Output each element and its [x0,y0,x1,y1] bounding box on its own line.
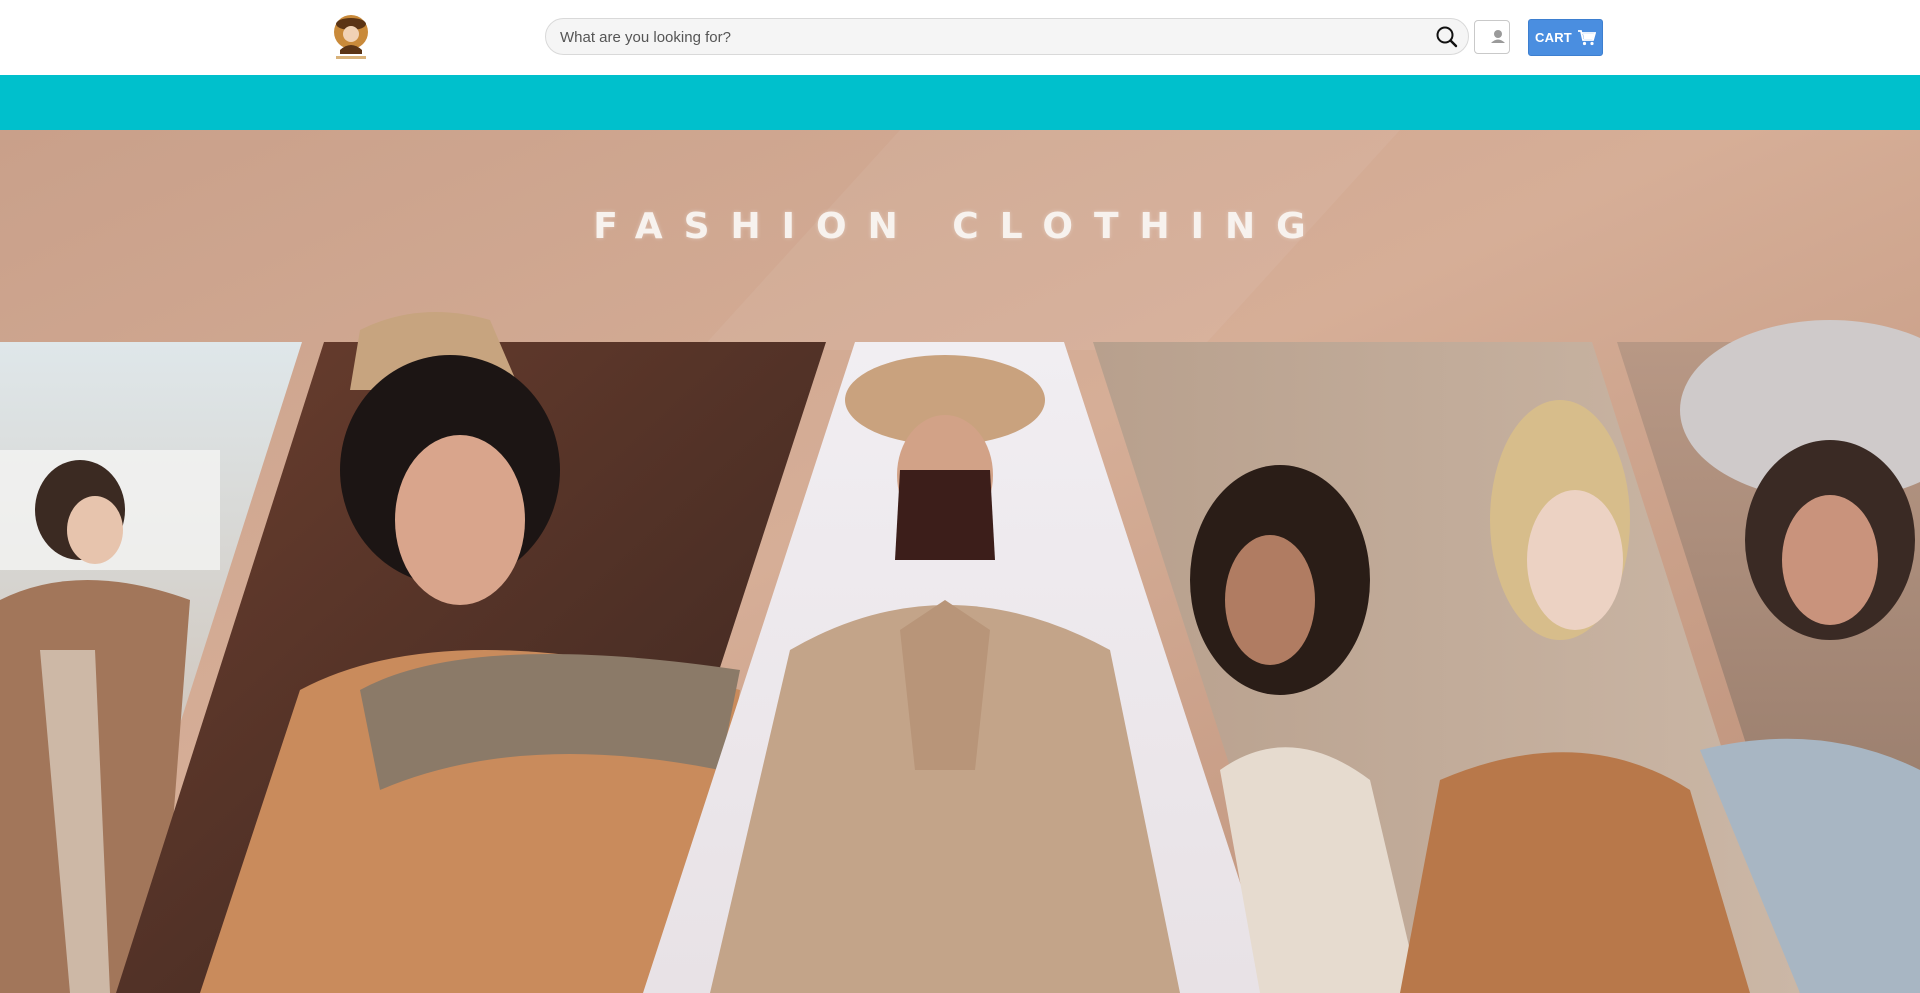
site-header: CART [0,0,1920,76]
site-logo[interactable] [326,10,376,62]
search-icon [1436,26,1458,48]
user-icon [1491,30,1505,43]
woman-with-hat-logo-icon [334,15,368,59]
promo-bar [0,75,1920,130]
cart-button[interactable]: CART [1528,19,1603,56]
search-button[interactable] [1434,24,1460,50]
cart-label: CART [1535,30,1572,45]
search-input[interactable] [558,19,1422,56]
account-button[interactable] [1474,20,1510,54]
hero-banner[interactable]: FASHION CLOTHING [0,130,1920,993]
hero-artwork [0,130,1920,993]
cart-icon [1577,29,1596,45]
search-bar [545,18,1469,56]
hero-title: FASHION CLOTHING [593,206,1327,247]
